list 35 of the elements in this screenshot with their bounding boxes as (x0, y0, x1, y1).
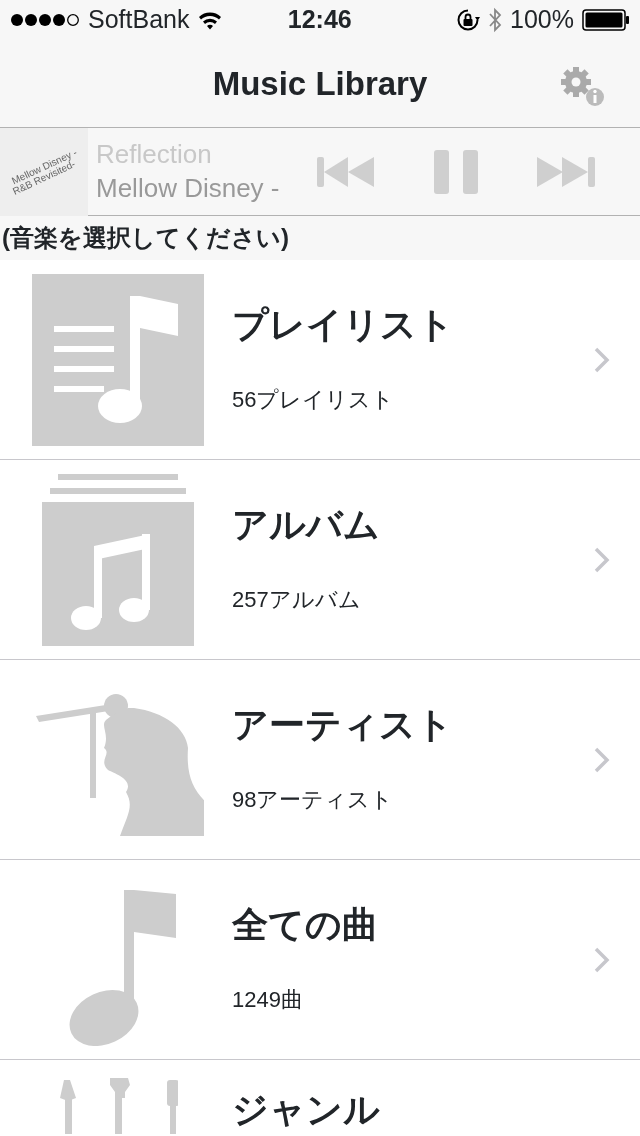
chevron-icon (594, 346, 610, 373)
battery-percent: 100% (510, 4, 574, 36)
bluetooth-icon (488, 7, 503, 33)
playlist-icon (32, 273, 204, 446)
rotation-lock-icon (456, 8, 481, 32)
chevron-icon (594, 746, 610, 773)
row-title: プレイリスト (232, 303, 455, 347)
section-header: (音楽を選択してください) (2, 223, 289, 253)
list-row[interactable]: アーティスト 98アーティスト (0, 660, 640, 860)
row-title: 全ての曲 (232, 903, 379, 947)
row-title: アルバム (232, 503, 381, 547)
row-subtitle: 98アーティスト (232, 785, 395, 814)
chevron-icon (594, 546, 610, 573)
list-row[interactable]: アルバム 257アルバム (0, 460, 640, 660)
wifi-icon (197, 10, 224, 30)
row-subtitle: 56プレイリスト (232, 385, 396, 414)
previous-icon[interactable] (317, 154, 376, 189)
track-artist: Mellow Disney - (96, 171, 281, 205)
battery-icon (582, 9, 630, 31)
list-row[interactable]: プレイリスト 56プレイリスト (0, 260, 640, 460)
instrument-icon (58, 1078, 178, 1134)
row-subtitle: 1249曲 (232, 985, 304, 1014)
status-time: 12:46 (287, 4, 352, 36)
list-row[interactable]: ジャンル (0, 1060, 640, 1136)
row-title: アーティスト (232, 703, 454, 747)
chevron-icon (594, 946, 610, 973)
row-title: ジャンル (232, 1088, 381, 1132)
row-subtitle: 257アルバム (232, 585, 362, 614)
carrier-name: SoftBank (88, 4, 190, 36)
nav-title: Music Library (212, 63, 428, 104)
pause-icon[interactable] (434, 149, 478, 194)
signal-icon (10, 12, 80, 28)
settings-icon[interactable] (558, 64, 606, 108)
next-icon[interactable] (536, 154, 595, 189)
list-row[interactable]: 全ての曲 1249曲 (0, 860, 640, 1060)
